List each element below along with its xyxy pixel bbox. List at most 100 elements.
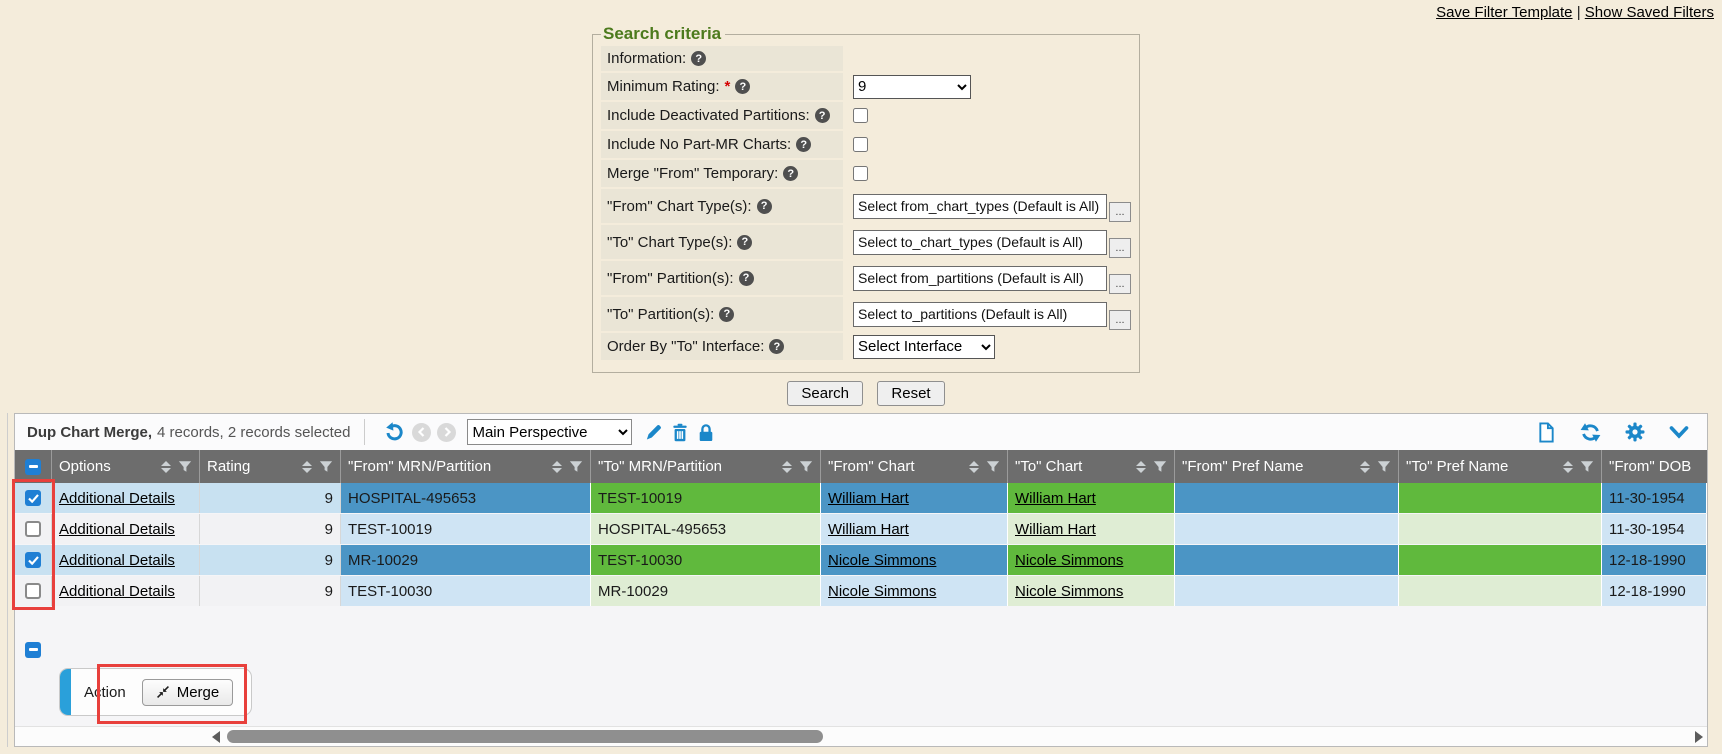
delete-perspective-icon[interactable] bbox=[671, 423, 689, 442]
from-chart-link[interactable]: Nicole Simmons bbox=[828, 583, 936, 600]
column-header-options[interactable]: Options bbox=[52, 450, 200, 483]
merge-from-temporary-checkbox[interactable] bbox=[853, 166, 868, 181]
information-label-text: Information: bbox=[607, 50, 686, 67]
sort-icon[interactable] bbox=[782, 461, 792, 473]
merge-button[interactable]: Merge bbox=[142, 679, 234, 706]
column-header-from-mrn[interactable]: "From" MRN/Partition bbox=[341, 450, 591, 483]
to-partitions-input[interactable] bbox=[853, 302, 1107, 327]
grid-title: Dup Chart Merge, bbox=[27, 424, 152, 441]
to-chart-types-picker-button[interactable]: ... bbox=[1109, 238, 1131, 258]
help-icon[interactable]: ? bbox=[815, 108, 830, 123]
perspective-select[interactable]: Main Perspective bbox=[467, 419, 632, 445]
lock-perspective-icon[interactable] bbox=[697, 423, 715, 442]
from-chart-link[interactable]: Nicole Simmons bbox=[828, 552, 936, 569]
sort-icon[interactable] bbox=[1360, 461, 1370, 473]
column-header-from-chart[interactable]: "From" Chart bbox=[821, 450, 1008, 483]
include-deactivated-label: Include Deactivated Partitions: ? bbox=[601, 102, 843, 129]
help-icon[interactable]: ? bbox=[737, 235, 752, 250]
row-checkbox-checked[interactable] bbox=[25, 490, 41, 506]
filter-funnel-icon[interactable] bbox=[799, 460, 813, 473]
sort-icon[interactable] bbox=[1136, 461, 1146, 473]
row-select-cell bbox=[15, 576, 52, 606]
to-pref-name-cell bbox=[1399, 576, 1602, 606]
filter-funnel-icon[interactable] bbox=[319, 460, 333, 473]
filter-funnel-icon[interactable] bbox=[986, 460, 1000, 473]
select-all-checkbox[interactable] bbox=[25, 459, 41, 475]
to-partitions-picker-button[interactable]: ... bbox=[1109, 310, 1131, 330]
edit-perspective-icon[interactable] bbox=[644, 423, 663, 442]
refresh-icon[interactable] bbox=[1580, 422, 1601, 443]
minimum-rating-label-text: Minimum Rating: bbox=[607, 78, 720, 95]
to-chart-link[interactable]: Nicole Simmons bbox=[1015, 583, 1123, 600]
additional-details-link[interactable]: Additional Details bbox=[59, 583, 175, 600]
sort-icon[interactable] bbox=[161, 461, 171, 473]
row-checkbox-unchecked[interactable] bbox=[25, 583, 41, 599]
from-chart-types-input[interactable] bbox=[853, 194, 1107, 219]
to-chart-link[interactable]: William Hart bbox=[1015, 521, 1096, 538]
nav-forward-icon[interactable] bbox=[437, 423, 456, 442]
undo-icon[interactable] bbox=[383, 421, 405, 443]
scroll-left-arrow-icon[interactable] bbox=[212, 731, 220, 743]
reset-button[interactable]: Reset bbox=[877, 381, 944, 406]
filter-funnel-icon[interactable] bbox=[1153, 460, 1167, 473]
from-chart-types-picker-button[interactable]: ... bbox=[1109, 202, 1131, 222]
additional-details-link[interactable]: Additional Details bbox=[59, 490, 175, 507]
column-header-to-pref-name[interactable]: "To" Pref Name bbox=[1399, 450, 1602, 483]
help-icon[interactable]: ? bbox=[783, 166, 798, 181]
additional-details-link[interactable]: Additional Details bbox=[59, 552, 175, 569]
include-no-partmr-checkbox[interactable] bbox=[853, 137, 868, 152]
filter-funnel-icon[interactable] bbox=[1377, 460, 1391, 473]
filter-funnel-icon[interactable] bbox=[178, 460, 192, 473]
help-icon[interactable]: ? bbox=[757, 199, 772, 214]
from-pref-name-cell bbox=[1175, 483, 1399, 513]
help-icon[interactable]: ? bbox=[735, 79, 750, 94]
help-icon[interactable]: ? bbox=[719, 307, 734, 322]
show-saved-filters-link[interactable]: Show Saved Filters bbox=[1585, 4, 1714, 21]
additional-details-link[interactable]: Additional Details bbox=[59, 521, 175, 538]
row-checkbox-unchecked[interactable] bbox=[25, 521, 41, 537]
help-icon[interactable]: ? bbox=[796, 137, 811, 152]
column-header-to-chart[interactable]: "To" Chart bbox=[1008, 450, 1175, 483]
sort-icon[interactable] bbox=[969, 461, 979, 473]
scrollbar-thumb[interactable] bbox=[227, 730, 823, 743]
order-by-interface-select[interactable]: Select Interface bbox=[853, 335, 995, 359]
rating-cell: 9 bbox=[200, 483, 341, 513]
sort-icon[interactable] bbox=[552, 461, 562, 473]
scroll-right-arrow-icon[interactable] bbox=[1695, 731, 1703, 743]
column-header-to-mrn[interactable]: "To" MRN/Partition bbox=[591, 450, 821, 483]
column-header-rating[interactable]: Rating bbox=[200, 450, 341, 483]
filter-funnel-icon[interactable] bbox=[569, 460, 583, 473]
search-button[interactable]: Search bbox=[787, 381, 863, 406]
nav-back-icon[interactable] bbox=[412, 423, 431, 442]
footer-select-all-checkbox[interactable] bbox=[25, 642, 41, 658]
from-chart-link[interactable]: William Hart bbox=[828, 521, 909, 538]
collapse-chevron-icon[interactable] bbox=[1669, 425, 1689, 440]
merge-arrows-icon bbox=[156, 685, 170, 699]
sort-icon[interactable] bbox=[1563, 461, 1573, 473]
new-document-icon[interactable] bbox=[1537, 422, 1556, 443]
from-partitions-input[interactable] bbox=[853, 266, 1107, 291]
help-icon[interactable]: ? bbox=[691, 51, 706, 66]
to-chart-link[interactable]: William Hart bbox=[1015, 490, 1096, 507]
from-chart-link[interactable]: William Hart bbox=[828, 490, 909, 507]
row-checkbox-checked[interactable] bbox=[25, 552, 41, 568]
help-icon[interactable]: ? bbox=[739, 271, 754, 286]
row-select-cell bbox=[15, 514, 52, 544]
settings-gear-icon[interactable] bbox=[1625, 422, 1645, 442]
help-icon[interactable]: ? bbox=[769, 339, 784, 354]
from-dob-cell: 11-30-1954 bbox=[1602, 483, 1707, 513]
toolbar-right-icons bbox=[1533, 422, 1693, 443]
filter-funnel-icon[interactable] bbox=[1580, 460, 1594, 473]
column-header-from-dob[interactable]: "From" DOB bbox=[1602, 450, 1707, 483]
column-header-from-pref-name[interactable]: "From" Pref Name bbox=[1175, 450, 1399, 483]
from-partitions-picker-button[interactable]: ... bbox=[1109, 274, 1131, 294]
to-chart-types-input[interactable] bbox=[853, 230, 1107, 255]
from-mrn-cell: HOSPITAL-495653 bbox=[341, 483, 591, 513]
grid-header-row: Options Rating "From" MRN/Partition "To"… bbox=[15, 450, 1707, 483]
sort-icon[interactable] bbox=[302, 461, 312, 473]
save-filter-template-link[interactable]: Save Filter Template bbox=[1436, 4, 1572, 21]
minimum-rating-select[interactable]: 9 bbox=[853, 75, 971, 99]
include-deactivated-checkbox[interactable] bbox=[853, 108, 868, 123]
to-chart-link[interactable]: Nicole Simmons bbox=[1015, 552, 1123, 569]
rating-cell: 9 bbox=[200, 514, 341, 544]
